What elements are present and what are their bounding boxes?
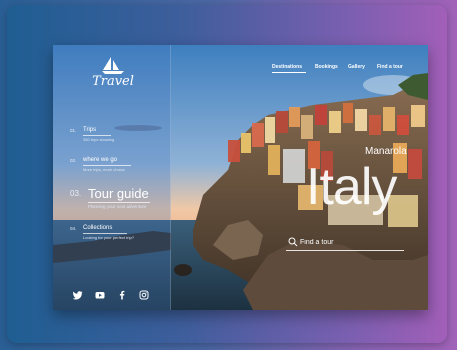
facebook-icon[interactable] <box>117 290 127 300</box>
nav-find-a-tour[interactable]: Find a tour <box>377 64 403 70</box>
menu-title: Tour guide <box>88 186 149 201</box>
sidebar: Travel 01. Trips 350 trips showing 02. w… <box>53 45 171 310</box>
menu-underline <box>83 233 127 234</box>
country-title: Italy <box>306 158 397 216</box>
search-bar[interactable] <box>286 235 404 251</box>
menu-subtitle: 350 trips showing <box>83 137 115 142</box>
menu-title: where we go <box>83 157 118 163</box>
menu-number: 03. <box>70 189 82 198</box>
search-input[interactable] <box>300 236 400 248</box>
instagram-icon[interactable] <box>139 290 149 300</box>
menu-title: Trips <box>83 127 97 133</box>
nav-active-underline <box>272 72 306 73</box>
menu-subtitle: More trips, more choice <box>83 167 125 172</box>
logo-text: Travel <box>92 74 134 89</box>
search-icon <box>288 237 298 247</box>
nav-gallery[interactable]: Gallery <box>348 64 365 70</box>
twitter-icon[interactable] <box>73 290 83 300</box>
menu-underline <box>83 165 131 166</box>
travel-page: Travel 01. Trips 350 trips showing 02. w… <box>53 45 428 310</box>
menu-number: 02. <box>70 158 77 163</box>
menu-underline <box>88 202 150 203</box>
menu-subtitle: Planning your next adventure <box>88 204 147 209</box>
nav-bookings[interactable]: Bookings <box>315 64 338 70</box>
menu-number: 04. <box>70 226 77 231</box>
youtube-icon[interactable] <box>95 290 105 300</box>
brand-logo[interactable]: Travel <box>89 55 137 95</box>
sailboat-icon <box>102 57 124 74</box>
menu-subtitle: Looking for your perfect trip? <box>83 235 134 240</box>
menu-number: 01. <box>70 128 77 133</box>
menu-underline <box>83 135 111 136</box>
menu-title: Collections <box>83 225 113 231</box>
place-name: Manarola <box>365 146 407 157</box>
nav-destinations[interactable]: Destinations <box>272 64 302 70</box>
